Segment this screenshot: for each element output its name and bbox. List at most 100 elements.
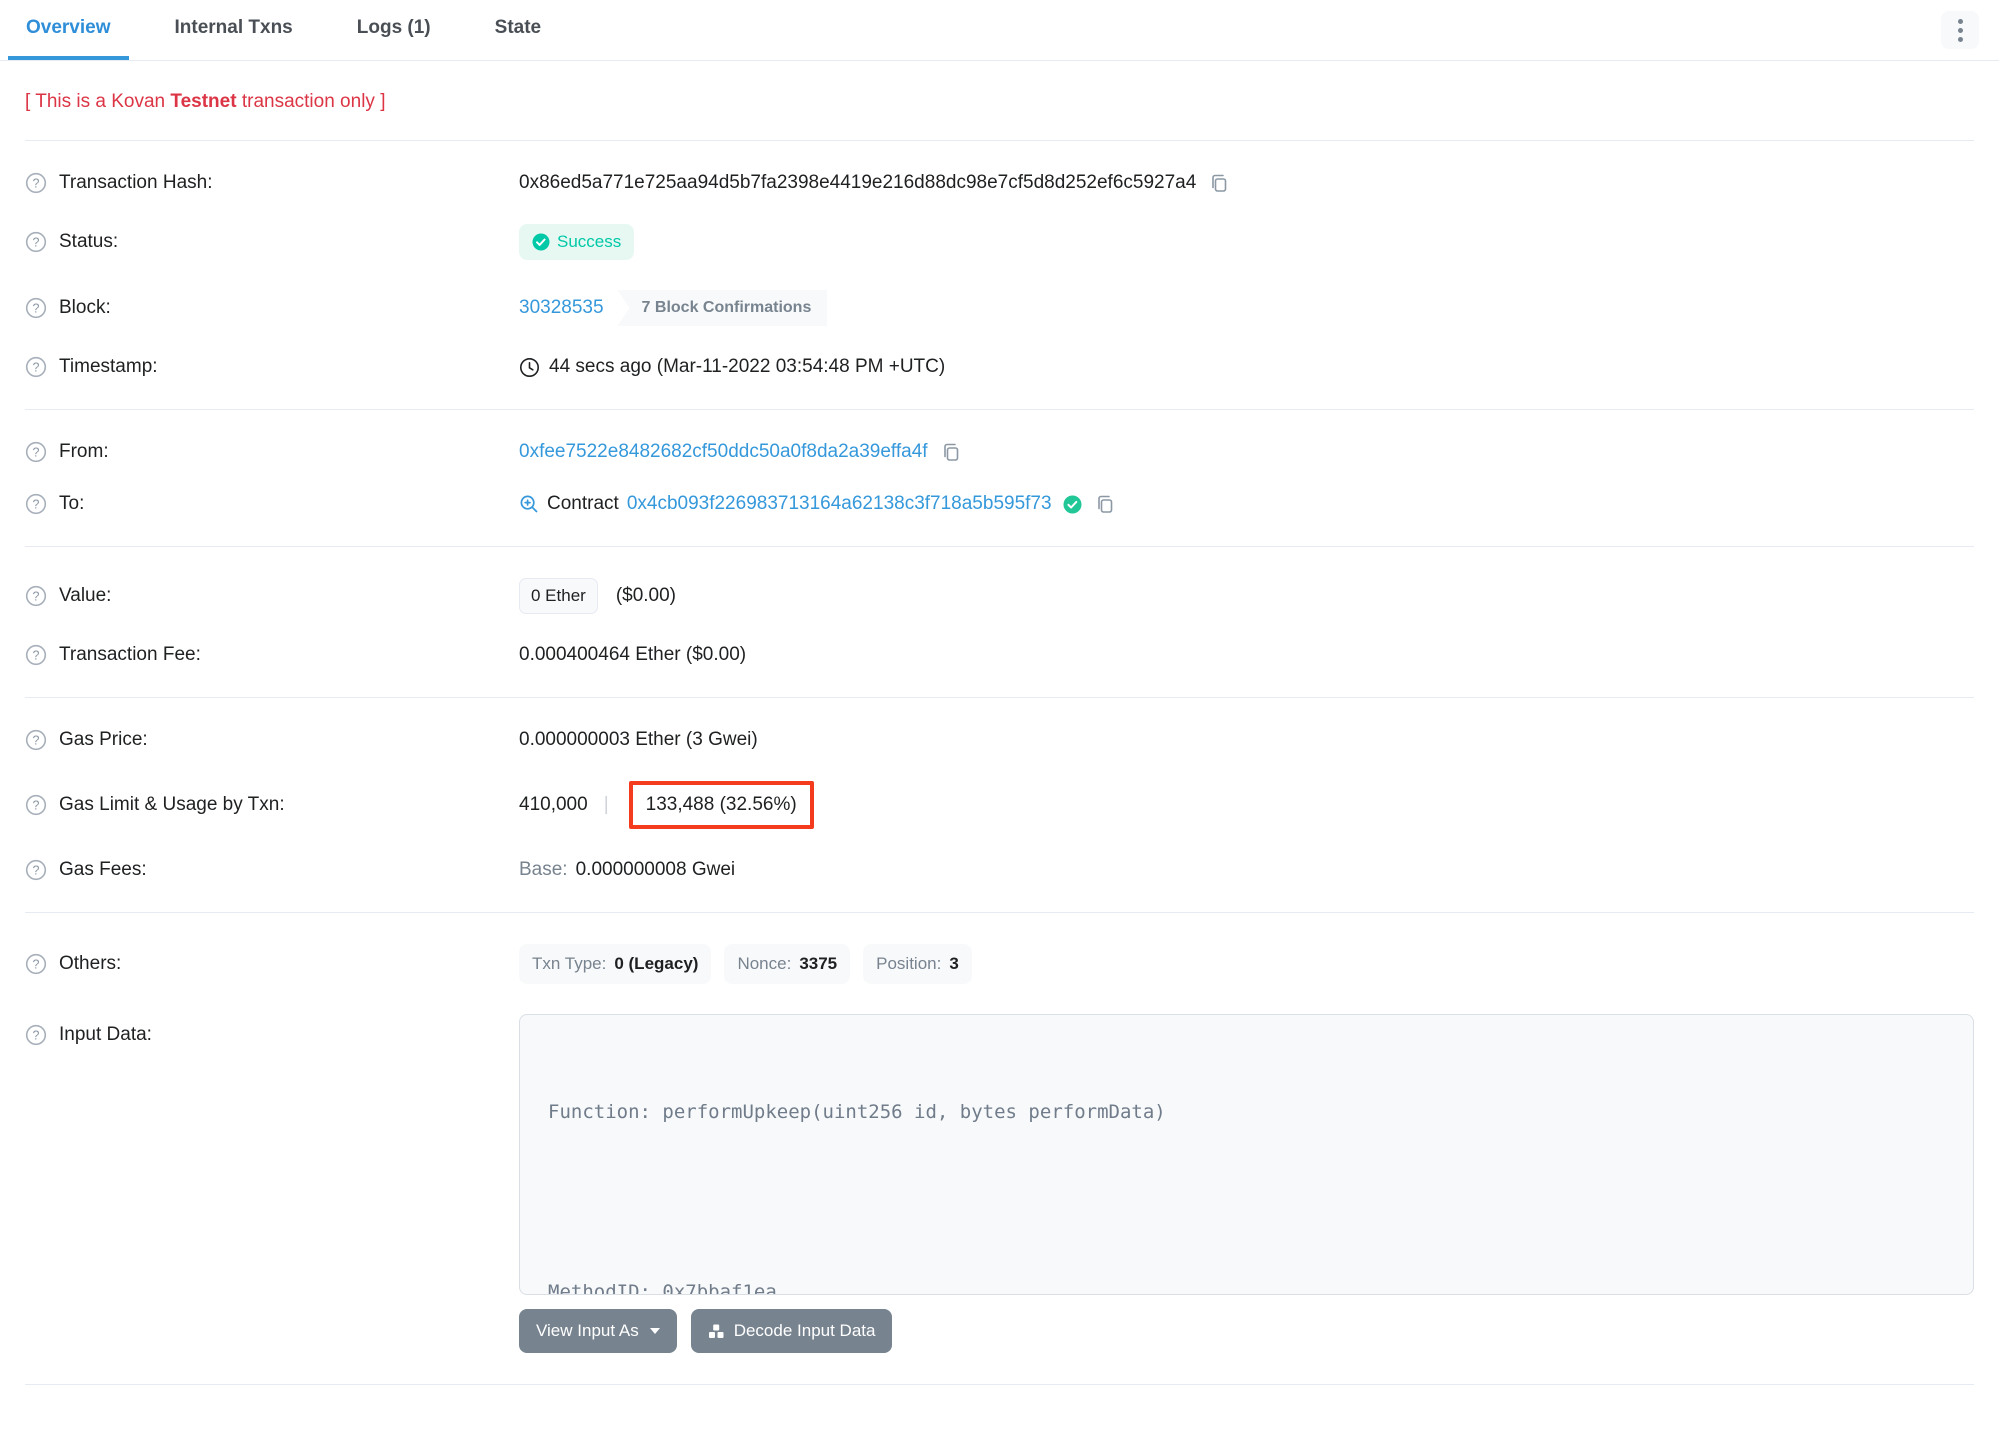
input-data-function-line: Function: performUpkeep(uint256 id, byte…: [548, 1101, 1166, 1123]
svg-text:?: ?: [33, 361, 40, 375]
gas-fees-base-label: Base:: [519, 859, 568, 880]
row-value: ? Value: 0 Ether ($0.00): [25, 563, 1974, 629]
section-overview-top: ? Transaction Hash: 0x86ed5a771e725aa94d…: [25, 141, 1974, 409]
position-chip: Position: 3: [863, 944, 972, 984]
svg-text:?: ?: [33, 958, 40, 972]
help-icon[interactable]: ?: [25, 953, 47, 975]
gas-limit-value: 410,000: [519, 794, 588, 815]
tab-bar: Overview Internal Txns Logs (1) State: [0, 0, 1999, 61]
to-label: To:: [59, 493, 85, 514]
gas-usage-value: 133,488 (32.56%): [645, 794, 797, 815]
transaction-hash-value: 0x86ed5a771e725aa94d5b7fa2398e4419e216d8…: [519, 172, 1197, 193]
section-addresses: ? From: 0xfee7522e8482682cf50ddc50a0f8da…: [25, 410, 1974, 546]
row-to: ? To: Contract 0x4cb093f226983713164a621…: [25, 478, 1974, 530]
copy-icon[interactable]: [1094, 493, 1116, 515]
copy-icon[interactable]: [1208, 172, 1230, 194]
nonce-value: 3375: [799, 954, 838, 973]
view-input-as-label: View Input As: [536, 1321, 639, 1340]
position-key: Position:: [876, 954, 942, 973]
help-icon[interactable]: ?: [25, 231, 47, 253]
section-gas: ? Gas Price: 0.000000003 Ether (3 Gwei) …: [25, 698, 1974, 912]
tab-overview[interactable]: Overview: [8, 0, 129, 60]
row-transaction-hash: ? Transaction Hash: 0x86ed5a771e725aa94d…: [25, 157, 1974, 209]
row-from: ? From: 0xfee7522e8482682cf50ddc50a0f8da…: [25, 426, 1974, 478]
value-label: Value:: [59, 585, 112, 606]
input-data-blank-line: [548, 1187, 1945, 1217]
svg-text:?: ?: [33, 1029, 40, 1043]
svg-text:?: ?: [33, 590, 40, 604]
row-gas-price: ? Gas Price: 0.000000003 Ether (3 Gwei): [25, 714, 1974, 766]
row-gas-fees: ? Gas Fees: Base: 0.000000008 Gwei: [25, 844, 1974, 896]
gas-fees-base-value: 0.000000008 Gwei: [575, 859, 736, 880]
svg-text:?: ?: [33, 302, 40, 316]
help-icon[interactable]: ?: [25, 794, 47, 816]
section-value-fee: ? Value: 0 Ether ($0.00) ? Transaction F…: [25, 547, 1974, 697]
from-address-link[interactable]: 0xfee7522e8482682cf50ddc50a0f8da2a39effa…: [519, 441, 928, 463]
kebab-dot: [1957, 36, 1963, 42]
help-icon[interactable]: ?: [25, 493, 47, 515]
kebab-menu-button[interactable]: [1941, 11, 1979, 49]
svg-text:?: ?: [33, 498, 40, 512]
tab-state[interactable]: State: [477, 0, 559, 60]
tab-logs[interactable]: Logs (1): [339, 0, 449, 60]
nonce-chip: Nonce: 3375: [724, 944, 851, 984]
clock-icon: [519, 357, 540, 378]
block-confirmations-badge: 7 Block Confirmations: [617, 290, 828, 326]
testnet-notice: [ This is a Kovan Testnet transaction on…: [25, 61, 1974, 140]
svg-text:?: ?: [33, 734, 40, 748]
success-check-icon: [532, 233, 550, 251]
value-usd: ($0.00): [615, 585, 677, 606]
help-icon[interactable]: ?: [25, 585, 47, 607]
help-icon[interactable]: ?: [25, 1024, 47, 1046]
txn-type-key: Txn Type:: [532, 954, 607, 973]
help-icon[interactable]: ?: [25, 644, 47, 666]
timestamp-label: Timestamp:: [59, 356, 158, 377]
decode-input-data-button[interactable]: Decode Input Data: [690, 1309, 893, 1353]
from-label: From:: [59, 441, 109, 462]
copy-icon[interactable]: [940, 441, 962, 463]
row-others: ? Others: Txn Type: 0 (Legacy) Nonce: 33…: [25, 929, 1974, 999]
help-icon[interactable]: ?: [25, 441, 47, 463]
svg-text:?: ?: [33, 446, 40, 460]
others-label: Others:: [59, 953, 122, 974]
row-input-data: ? Input Data: Function: performUpkeep(ui…: [25, 999, 1974, 1368]
status-label: Status:: [59, 231, 119, 252]
status-badge: Success: [519, 224, 635, 260]
gas-fees-label: Gas Fees:: [59, 859, 147, 880]
gas-usage-annotation-box: 133,488 (32.56%): [628, 781, 814, 829]
tabbar-spacer: [587, 0, 1941, 60]
transaction-fee-label: Transaction Fee:: [59, 644, 201, 665]
kebab-dot: [1957, 18, 1963, 24]
transaction-fee-value: 0.000400464 Ether ($0.00): [519, 644, 747, 665]
section-others-input: ? Others: Txn Type: 0 (Legacy) Nonce: 33…: [25, 913, 1974, 1384]
tab-internal-txns[interactable]: Internal Txns: [157, 0, 311, 60]
help-icon[interactable]: ?: [25, 729, 47, 751]
resize-handle[interactable]: [1955, 1276, 1969, 1290]
magnifier-plus-icon[interactable]: [519, 494, 539, 514]
txn-type-value: 0 (Legacy): [614, 954, 699, 973]
nonce-key: Nonce:: [737, 954, 792, 973]
input-data-box[interactable]: Function: performUpkeep(uint256 id, byte…: [519, 1014, 1974, 1295]
to-contract-prefix: Contract: [547, 493, 619, 514]
timestamp-value: 44 secs ago (Mar-11-2022 03:54:48 PM +UT…: [549, 356, 946, 377]
help-icon[interactable]: ?: [25, 859, 47, 881]
svg-text:?: ?: [33, 864, 40, 878]
row-gas-limit-usage: ? Gas Limit & Usage by Txn: 410,000 | 13…: [25, 766, 1974, 844]
view-input-as-button[interactable]: View Input As: [519, 1309, 677, 1353]
input-data-label: Input Data:: [59, 1024, 152, 1045]
row-transaction-fee: ? Transaction Fee: 0.000400464 Ether ($0…: [25, 629, 1974, 681]
caret-down-icon: [649, 1328, 660, 1334]
notice-bold: Testnet: [170, 91, 237, 112]
input-data-method-line: MethodID: 0x7bbaf1ea: [548, 1281, 777, 1295]
help-icon[interactable]: ?: [25, 172, 47, 194]
help-icon[interactable]: ?: [25, 297, 47, 319]
block-number-link[interactable]: 30328535: [519, 297, 604, 319]
row-timestamp: ? Timestamp: 44 secs ago (Mar-11-2022 03…: [25, 341, 1974, 393]
to-address-link[interactable]: 0x4cb093f226983713164a62138c3f718a5b595f…: [627, 493, 1052, 515]
help-icon[interactable]: ?: [25, 356, 47, 378]
txn-type-chip: Txn Type: 0 (Legacy): [519, 944, 712, 984]
gas-limit-label: Gas Limit & Usage by Txn:: [59, 794, 285, 815]
svg-text:?: ?: [33, 649, 40, 663]
verified-check-icon: [1063, 495, 1082, 514]
svg-text:?: ?: [33, 799, 40, 813]
